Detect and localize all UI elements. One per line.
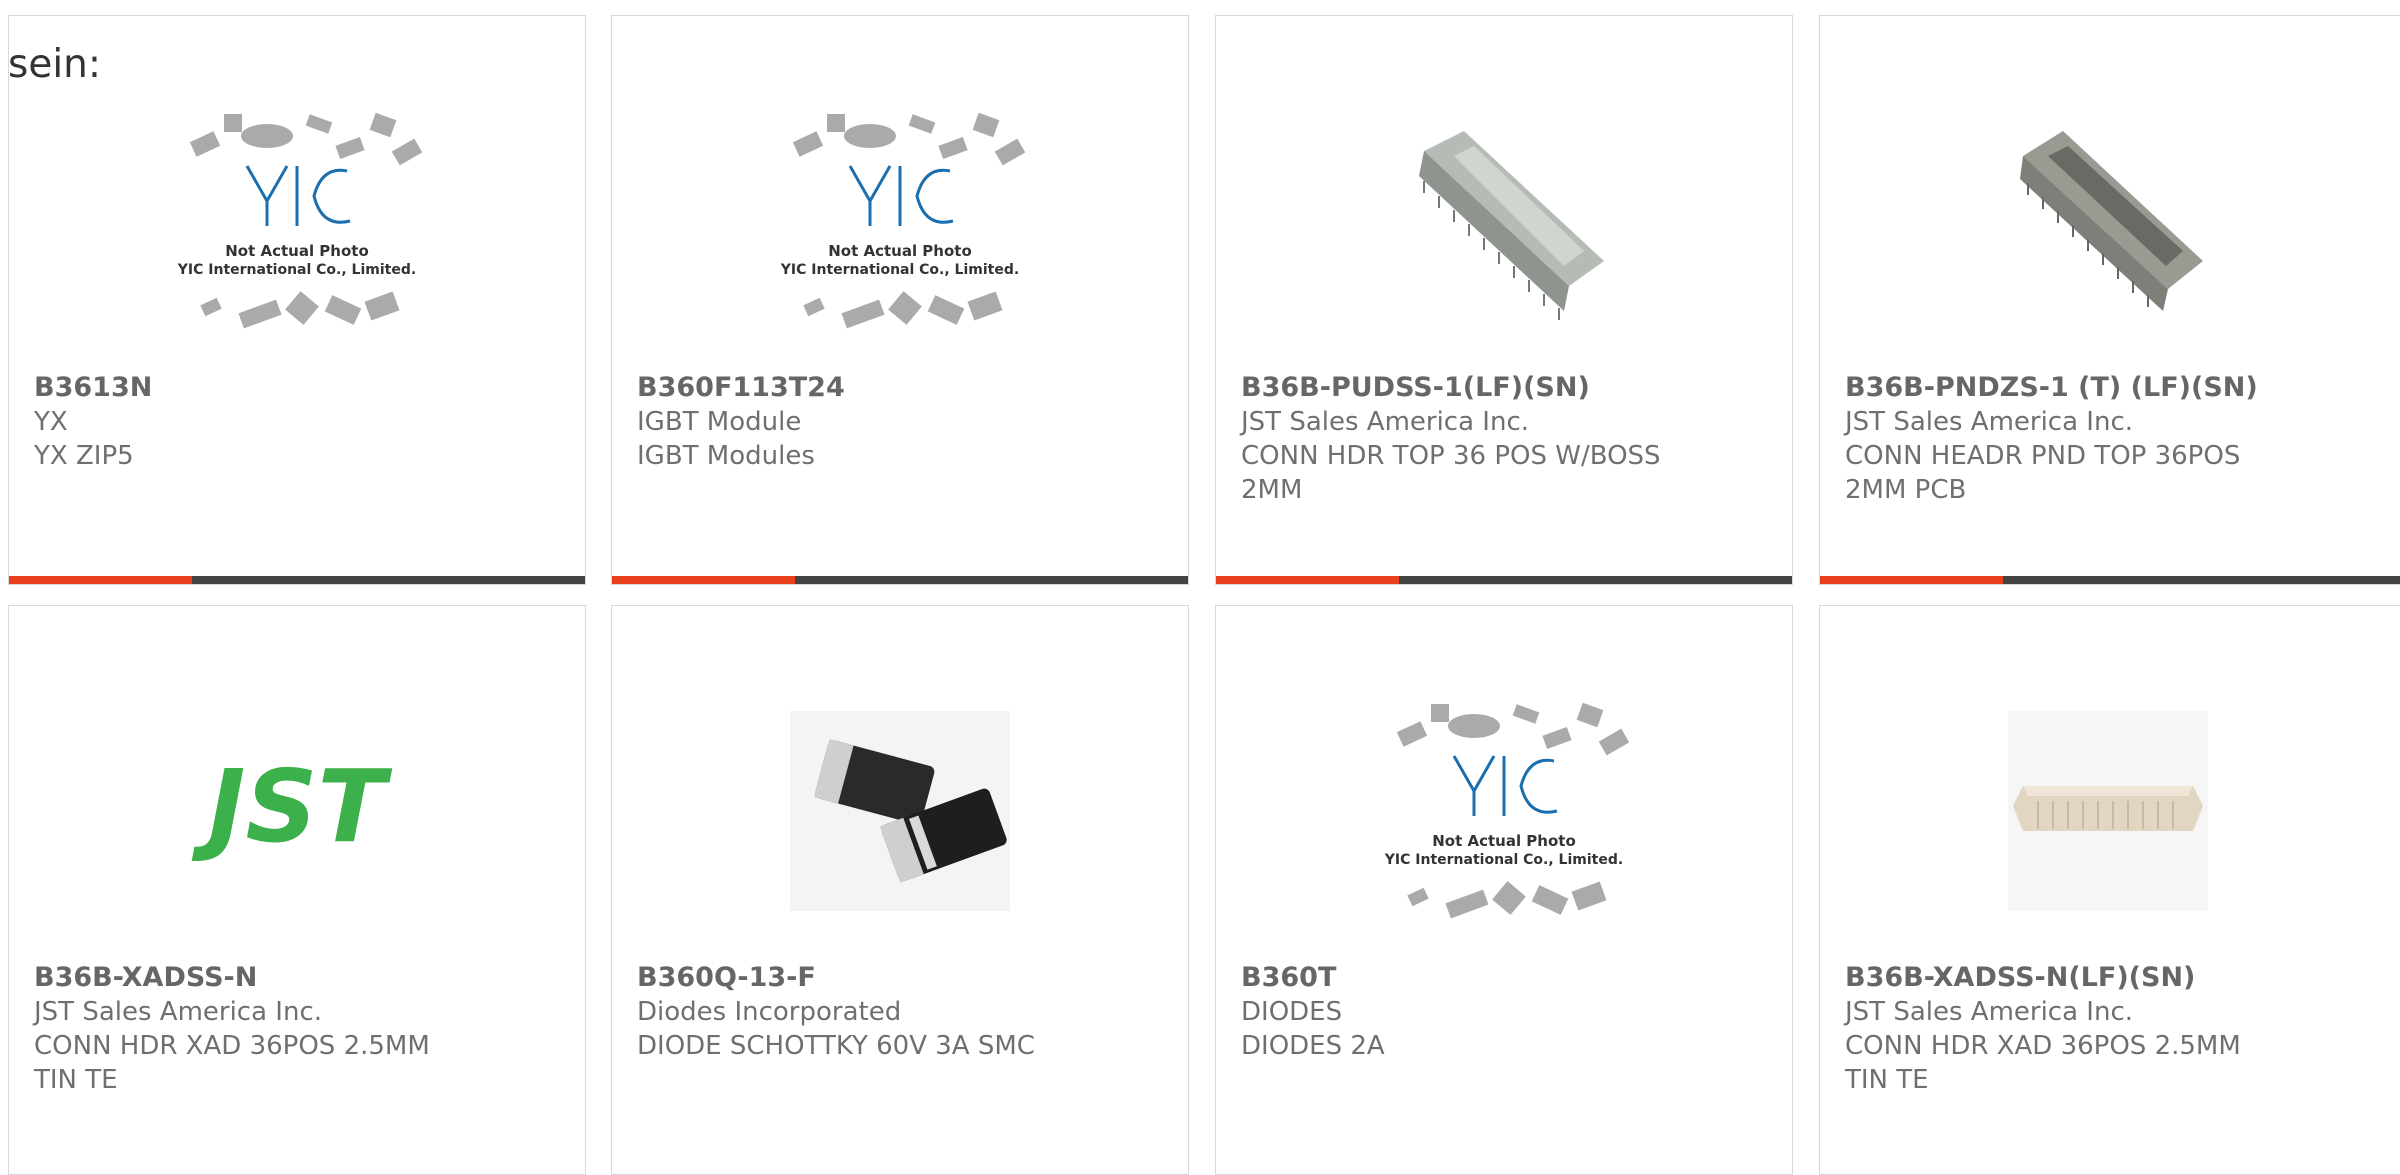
product-image[interactable] [1820, 76, 2396, 366]
manufacturer: YX [34, 407, 68, 437]
description: IGBT Modules [637, 441, 815, 471]
product-card[interactable]: JST B36B-XADSS-N JST Sales America Inc. … [8, 605, 586, 1175]
product-card[interactable]: Not Actual Photo YIC International Co., … [611, 15, 1189, 585]
product-card[interactable]: B36B-PUDSS-1(LF)(SN) JST Sales America I… [1215, 15, 1793, 585]
product-image[interactable]: Not Actual Photo YIC International Co., … [9, 76, 585, 366]
part-number[interactable]: B360Q-13-F [637, 961, 1168, 995]
description: DIODES 2A [1241, 1031, 1385, 1061]
product-image[interactable]: Not Actual Photo YIC International Co., … [612, 76, 1188, 366]
connector-header-image [1419, 131, 1604, 320]
yic-placeholder-image: Not Actual Photo YIC International Co., … [780, 112, 1026, 329]
card-bar [612, 576, 1188, 584]
product-image[interactable] [1216, 76, 1792, 366]
product-image[interactable] [1820, 666, 2396, 956]
description: DIODE SCHOTTKY 60V 3A SMC [637, 1031, 1035, 1061]
card-bar [1216, 576, 1792, 584]
part-number[interactable]: B3613N [34, 371, 565, 405]
product-card[interactable]: B36B-XADSS-N(LF)(SN) JST Sales America I… [1819, 605, 2400, 1175]
part-number[interactable]: B36B-XADSS-N [34, 961, 565, 995]
product-card[interactable]: B36B-PNDZS-1 (T) (LF)(SN) JST Sales Amer… [1819, 15, 2400, 585]
product-image[interactable]: Not Actual Photo YIC International Co., … [1216, 666, 1792, 956]
part-number[interactable]: B360F113T24 [637, 371, 1168, 405]
beige-connector-image [2008, 711, 2208, 911]
product-image[interactable] [612, 666, 1188, 956]
manufacturer: IGBT Module [637, 407, 802, 437]
manufacturer: JST Sales America Inc. [34, 997, 323, 1027]
manufacturer: Diodes Incorporated [637, 997, 902, 1027]
smc-diode-image [790, 711, 1010, 911]
part-number[interactable]: B360T [1241, 961, 1772, 995]
description: CONN HDR TOP 36 POS W/BOSS 2MM [1241, 441, 1661, 505]
product-image[interactable]: JST [9, 666, 585, 956]
jst-logo: JST [191, 748, 392, 865]
description: CONN HDR XAD 36POS 2.5MM TIN TE [34, 1031, 430, 1095]
image-note: Not Actual Photo [828, 242, 972, 260]
connector-header-image [2020, 131, 2203, 311]
manufacturer: JST Sales America Inc. [1241, 407, 1530, 437]
card-bar [1820, 576, 2400, 584]
part-number[interactable]: B36B-XADSS-N(LF)(SN) [1845, 961, 2388, 995]
manufacturer: DIODES [1241, 997, 1343, 1027]
manufacturer: JST Sales America Inc. [1845, 997, 2134, 1027]
product-card[interactable]: Not Actual Photo YIC International Co., … [8, 15, 586, 585]
yic-placeholder-image: Not Actual Photo YIC International Co., … [177, 112, 423, 329]
part-number[interactable]: B36B-PUDSS-1(LF)(SN) [1241, 371, 1772, 405]
image-company: YIC International Co., Limited. [1384, 852, 1623, 868]
manufacturer: JST Sales America Inc. [1845, 407, 2134, 437]
description: YX ZIP5 [34, 441, 134, 471]
product-card[interactable]: B360Q-13-F Diodes Incorporated DIODE SCH… [611, 605, 1189, 1175]
yic-placeholder-image: Not Actual Photo YIC International Co., … [1384, 702, 1630, 919]
image-note: Not Actual Photo [1432, 832, 1576, 850]
description: CONN HDR XAD 36POS 2.5MM TIN TE [1845, 1031, 2241, 1095]
lead-text: sein: [8, 42, 102, 87]
image-company: YIC International Co., Limited. [177, 262, 416, 278]
card-bar [9, 576, 585, 584]
product-card[interactable]: Not Actual Photo YIC International Co., … [1215, 605, 1793, 1175]
jst-logo-text: JST [191, 748, 392, 865]
part-number[interactable]: B36B-PNDZS-1 (T) (LF)(SN) [1845, 371, 2388, 405]
image-company: YIC International Co., Limited. [780, 262, 1019, 278]
image-note: Not Actual Photo [225, 242, 369, 260]
description: CONN HEADR PND TOP 36POS 2MM PCB [1845, 441, 2241, 505]
